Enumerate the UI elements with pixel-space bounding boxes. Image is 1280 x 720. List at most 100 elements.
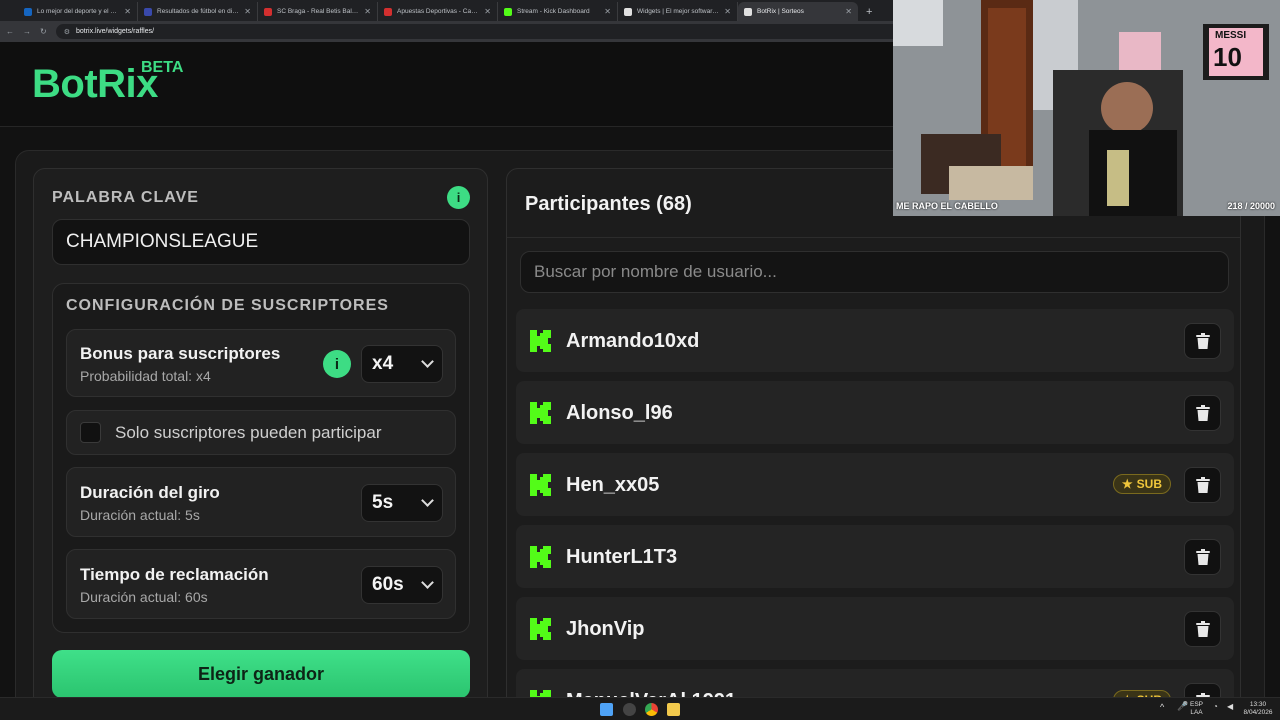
browser-tab[interactable]: SC Braga - Real Betis Balompié…✕ [258, 2, 378, 21]
trash-icon [1195, 621, 1210, 637]
delete-participant-button[interactable] [1184, 395, 1221, 431]
bonus-subtitle: Probabilidad total: x4 [80, 368, 211, 384]
browser-tab[interactable]: Resultados de fútbol en directo…✕ [138, 2, 258, 21]
star-icon: ★ [1121, 477, 1133, 491]
sub-badge: ★SUB [1112, 474, 1171, 494]
chevron-down-icon [421, 355, 434, 368]
choose-winner-button[interactable]: Elegir ganador [52, 650, 470, 698]
participant-row: Alonso_l96 [516, 381, 1234, 444]
microphone-icon[interactable]: 🎤 [1177, 701, 1188, 712]
delete-participant-button[interactable] [1184, 539, 1221, 575]
close-tab-icon[interactable]: ✕ [244, 7, 251, 16]
participant-row: Hen_xx05 ★ SUB [516, 453, 1234, 516]
language-indicator[interactable]: ESP LAA [1190, 701, 1203, 717]
participants-title: Participantes (68) [525, 193, 692, 215]
only-subs-checkbox[interactable] [80, 422, 101, 443]
claim-time-row: Tiempo de reclamación Duración actual: 6… [66, 549, 456, 619]
bonus-multiplier-select[interactable]: x4 [361, 345, 443, 383]
bonus-info-icon[interactable]: i [323, 350, 351, 378]
kick-logo-icon [530, 618, 551, 640]
tab-favicon-icon [624, 7, 632, 16]
tab-favicon-icon [264, 7, 272, 16]
keyword-value: CHAMPIONSLEAGUE [66, 231, 259, 252]
keyword-input[interactable]: CHAMPIONSLEAGUE [52, 219, 470, 265]
trash-icon [1195, 477, 1210, 493]
participant-name: HunterL1T3 [566, 546, 678, 568]
trash-icon [1195, 333, 1210, 349]
chevron-down-icon [421, 494, 434, 507]
new-tab-button[interactable]: + [858, 6, 880, 21]
close-tab-icon[interactable]: ✕ [604, 7, 611, 16]
bonus-row: Bonus para suscriptores Probabilidad tot… [66, 329, 456, 397]
browser-tab[interactable]: Lo mejor del deporte y el entr… ✕ [18, 2, 138, 21]
url-field[interactable]: ⚙ botrix.live/widgets/raffles/ [55, 24, 936, 39]
delete-participant-button[interactable] [1184, 467, 1221, 503]
participant-row: HunterL1T3 [516, 525, 1234, 588]
tab-favicon-icon [384, 7, 392, 16]
app-icon[interactable] [623, 703, 636, 716]
poster-number: 10 [1213, 42, 1242, 72]
poster-text: MESSI [1215, 30, 1247, 41]
only-subs-row[interactable]: Solo suscriptores pueden participar [66, 410, 456, 455]
browser-tab[interactable]: Apuestas Deportivas - Casa de…✕ [378, 2, 498, 21]
spin-duration-title: Duración del giro [80, 483, 220, 502]
file-explorer-icon[interactable] [667, 703, 680, 716]
botrix-logo[interactable]: BotRix [32, 62, 158, 107]
webcam-counter: 218 / 20000 [1227, 201, 1275, 211]
tab-favicon-icon [504, 7, 512, 16]
forward-icon[interactable]: → [23, 27, 31, 36]
kick-logo-icon [530, 474, 551, 496]
browser-tab[interactable]: Stream - Kick Dashboard ✕ [498, 2, 618, 21]
spin-duration-subtitle: Duración actual: 5s [80, 507, 200, 523]
close-tab-icon[interactable]: ✕ [364, 7, 371, 16]
site-info-icon[interactable]: ⚙ [64, 28, 70, 36]
participant-search-input[interactable]: Buscar por nombre de usuario... [520, 251, 1229, 293]
bonus-title: Bonus para suscriptores [80, 344, 281, 363]
delete-participant-button[interactable] [1184, 323, 1221, 359]
claim-time-title: Tiempo de reclamación [80, 565, 269, 584]
participant-name: JhonVip [566, 618, 645, 640]
kick-logo-icon [530, 330, 551, 352]
claim-time-select[interactable]: 60s [361, 566, 443, 604]
close-tab-icon[interactable]: ✕ [845, 7, 852, 16]
only-subs-label: Solo suscriptores pueden participar [115, 423, 382, 442]
keyword-label: PALABRA CLAVE [52, 189, 199, 206]
browser-tab-active[interactable]: BotRix | Sorteos ✕ [738, 2, 858, 21]
close-tab-icon[interactable]: ✕ [124, 7, 131, 16]
back-icon[interactable]: ← [6, 27, 14, 36]
participant-row: JhonVip [516, 597, 1234, 660]
webcam-overlay: MESSI 10 ME RAPO EL CABELLO 218 / 20000 [893, 0, 1280, 216]
wifi-icon[interactable]: ◔ [1213, 702, 1218, 711]
browser-tab[interactable]: Widgets | El mejor software par…✕ [618, 2, 738, 21]
sub-badge-label: SUB [1136, 477, 1162, 491]
spin-duration-row: Duración del giro Duración actual: 5s 5s [66, 467, 456, 537]
close-tab-icon[interactable]: ✕ [724, 7, 731, 16]
trash-icon [1195, 549, 1210, 565]
beta-badge: BETA [141, 59, 184, 76]
webcam-caption: ME RAPO EL CABELLO [896, 201, 998, 211]
info-icon[interactable]: i [447, 186, 470, 209]
spin-duration-select[interactable]: 5s [361, 484, 443, 522]
reload-icon[interactable]: ↻ [40, 27, 47, 36]
subscriber-settings-title: CONFIGURACIÓN DE SUSCRIPTORES [66, 297, 389, 314]
participant-row: Armando10xd [516, 309, 1234, 372]
divider [507, 237, 1240, 238]
clock[interactable]: 13:30 8/04/2026 [1240, 701, 1276, 717]
tab-favicon-icon [744, 7, 752, 16]
close-tab-icon[interactable]: ✕ [484, 7, 491, 16]
chevron-down-icon [421, 576, 434, 589]
participant-name: Armando10xd [566, 330, 700, 352]
volume-icon[interactable]: ◀ [1227, 702, 1233, 711]
windows-start-icon[interactable] [600, 703, 613, 716]
kick-logo-icon [530, 402, 551, 424]
delete-participant-button[interactable] [1184, 611, 1221, 647]
participants-panel: Participantes (68) Buscar por nombre de … [506, 168, 1241, 720]
os-taskbar: ^ 🎤 ESP LAA ◔ ◀ 13:30 8/04/2026 [0, 697, 1280, 720]
chrome-icon[interactable] [645, 703, 658, 716]
tray-chevron-icon[interactable]: ^ [1160, 702, 1164, 712]
tab-favicon-icon [144, 7, 152, 16]
participant-name: Hen_xx05 [566, 474, 660, 496]
kick-logo-icon [530, 546, 551, 568]
claim-time-subtitle: Duración actual: 60s [80, 589, 208, 605]
tab-favicon-icon [24, 7, 32, 16]
